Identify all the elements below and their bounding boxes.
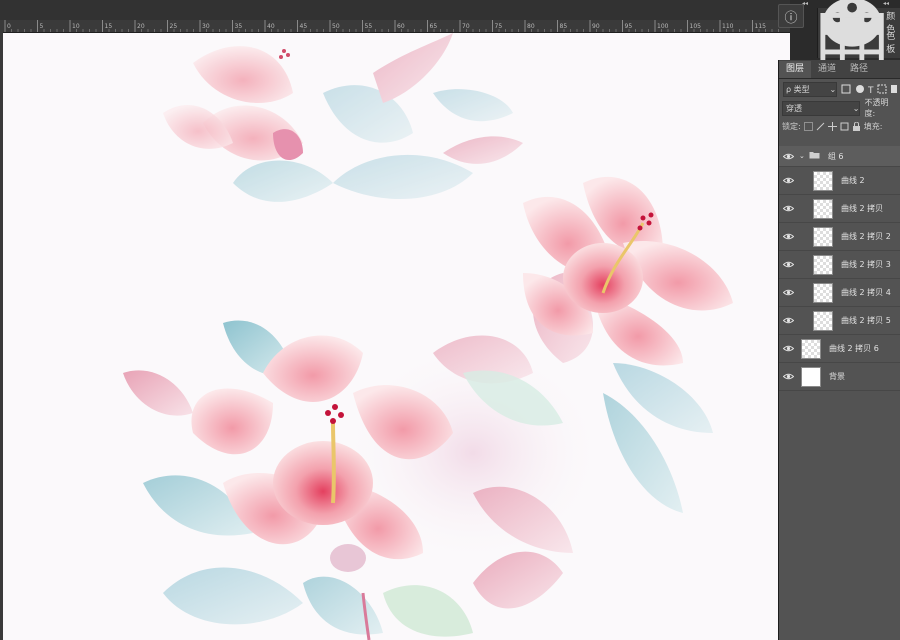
tab-paths[interactable]: 路径 xyxy=(843,61,875,78)
eye-icon[interactable] xyxy=(779,261,797,268)
layer-name: 曲线 2 拷贝 3 xyxy=(841,260,891,269)
fill-label: 填充: xyxy=(863,121,883,131)
swatches-panel-label: 色板 xyxy=(886,32,896,55)
blend-mode-value: 穿透 xyxy=(786,103,802,113)
layer-group-row[interactable]: ⌄ 组 6 xyxy=(779,146,900,167)
layer-name: 曲线 2 拷贝 xyxy=(841,204,884,213)
ruler-tick-label: 80 xyxy=(527,23,535,30)
ruler-tick-label: 65 xyxy=(430,23,438,30)
lock-artboard-icon[interactable] xyxy=(840,122,849,131)
ruler-tick-label: 5 xyxy=(40,23,44,30)
lock-position-icon[interactable] xyxy=(827,121,837,131)
eye-icon[interactable] xyxy=(779,345,797,352)
layer-thumbnail xyxy=(813,226,833,247)
chevron-down-icon: ⌄ xyxy=(829,84,837,94)
document-canvas[interactable] xyxy=(3,33,790,640)
lock-row: 锁定: 填充: xyxy=(779,117,900,135)
layer-name: 曲线 2 拷贝 5 xyxy=(841,316,891,325)
collapsed-panels: 颜色 色板 xyxy=(817,0,900,72)
layer-row[interactable]: 曲线 2 拷贝 xyxy=(779,195,900,223)
eye-icon[interactable] xyxy=(779,289,797,296)
info-icon: ⓘ xyxy=(784,10,798,26)
blend-row: 穿透 ⌄ 不透明度: xyxy=(779,98,900,118)
ruler-tick-label: 110 xyxy=(722,23,734,30)
chevron-down-icon: ⌄ xyxy=(852,103,860,113)
ruler-tick-label: 85 xyxy=(560,23,568,30)
ruler-tick-label: 70 xyxy=(462,23,470,30)
ruler-tick-label: 20 xyxy=(137,23,145,30)
tab-channels[interactable]: 通道 xyxy=(811,61,843,78)
layer-thumbnail xyxy=(813,254,833,275)
layer-thumbnail xyxy=(813,198,833,219)
eye-icon[interactable] xyxy=(779,153,797,160)
folder-icon xyxy=(809,151,820,161)
layer-row[interactable]: 曲线 2 xyxy=(779,167,900,195)
blend-mode-select[interactable]: 穿透 ⌄ xyxy=(782,100,861,116)
layer-name: 曲线 2 xyxy=(841,176,865,185)
swatches-panel-button[interactable]: 色板 xyxy=(818,12,900,72)
layer-name: 曲线 2 拷贝 6 xyxy=(829,344,879,353)
ruler-tick-label: 55 xyxy=(365,23,373,30)
layer-filter-row: ρ 类型 ⌄ T xyxy=(779,79,900,99)
hibiscus-artwork xyxy=(3,33,790,640)
layer-name: 曲线 2 拷贝 2 xyxy=(841,232,891,241)
ruler-tick-label: 105 xyxy=(690,23,702,30)
ruler-tick-label: 75 xyxy=(495,23,503,30)
opacity-label: 不透明度: xyxy=(864,98,889,118)
eye-icon[interactable] xyxy=(779,205,797,212)
horizontal-ruler: 0 5 10 15 20 25 30 35 40 45 50 55 60 65 70 75 80 85 90 95 10… xyxy=(0,20,790,33)
ruler-tick-label: 95 xyxy=(625,23,633,30)
layers-list: ⌄ 组 6 曲线 2 曲线 2 拷贝 曲线 2 拷贝 2 曲线 2 拷贝 3 曲线 2 拷贝… xyxy=(779,146,900,391)
ruler-tick-label: 90 xyxy=(592,23,600,30)
layer-thumbnail xyxy=(813,170,833,191)
ruler-tick-label: 50 xyxy=(332,23,340,30)
eye-icon[interactable] xyxy=(779,177,797,184)
layer-name: 组 6 xyxy=(827,151,844,161)
chevron-down-icon[interactable]: ⌄ xyxy=(799,152,805,160)
lock-pixels-icon[interactable] xyxy=(816,122,825,131)
layer-thumbnail xyxy=(801,338,821,359)
layer-row[interactable]: 曲线 2 拷贝 3 xyxy=(779,251,900,279)
layers-panel: 图层 通道 路径 ρ 类型 ⌄ T 穿透 ⌄ 不透明度: 锁定: 填充: ⌄ 组 … xyxy=(778,60,900,640)
ruler-tick-label: 10 xyxy=(72,23,80,30)
layer-thumbnail xyxy=(813,310,833,331)
filter-icons[interactable]: T xyxy=(841,84,897,94)
options-bar xyxy=(0,0,900,20)
filter-kind-select[interactable]: ρ 类型 ⌄ xyxy=(783,81,838,97)
ruler-tick-label: 100 xyxy=(657,23,669,30)
ruler-tick-label: 35 xyxy=(235,23,243,30)
layer-row[interactable]: 曲线 2 拷贝 5 xyxy=(779,307,900,335)
ruler-tick-label: 0 xyxy=(7,23,11,30)
ruler-tick-label: 45 xyxy=(300,23,308,30)
svg-text:T: T xyxy=(867,86,874,94)
eye-icon[interactable] xyxy=(779,317,797,324)
layer-row[interactable]: 曲线 2 拷贝 6 xyxy=(779,335,900,363)
layer-row[interactable]: 曲线 2 拷贝 2 xyxy=(779,223,900,251)
lock-transparent-icon[interactable] xyxy=(803,121,813,131)
tab-layers[interactable]: 图层 xyxy=(779,61,812,78)
ruler-tick-label: 25 xyxy=(170,23,178,30)
filter-kind-value: ρ 类型 xyxy=(786,84,810,94)
layer-thumbnail xyxy=(813,282,833,303)
ruler-tick-label: 30 xyxy=(202,23,210,30)
layer-row[interactable]: 曲线 2 拷贝 4 xyxy=(779,279,900,307)
ruler-tick-label: 60 xyxy=(397,23,405,30)
info-button[interactable]: ⓘ xyxy=(778,4,804,28)
layers-panel-tabs: 图层 通道 路径 xyxy=(779,60,900,79)
layer-name: 背景 xyxy=(829,372,845,381)
eye-icon[interactable] xyxy=(779,233,797,240)
ruler-tick-label: 115 xyxy=(755,23,767,30)
eye-icon[interactable] xyxy=(779,373,797,380)
ruler-tick-label: 40 xyxy=(267,23,275,30)
layer-name: 曲线 2 拷贝 4 xyxy=(841,288,891,297)
layer-thumbnail xyxy=(801,366,821,387)
lock-label: 锁定: xyxy=(782,121,801,131)
ruler-tick-label: 15 xyxy=(105,23,113,30)
lock-all-icon[interactable] xyxy=(852,121,861,131)
layer-row[interactable]: 背景 xyxy=(779,363,900,391)
